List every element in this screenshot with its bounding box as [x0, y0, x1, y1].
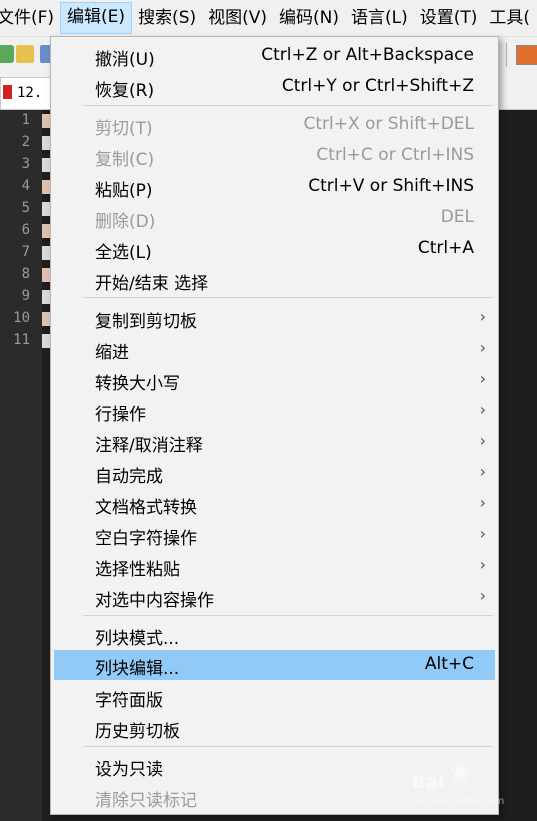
menu-item-line-operations[interactable]: 行操作 ›	[51, 396, 498, 426]
menu-item-copy-to-clipboard[interactable]: 复制到剪切板 ›	[51, 303, 498, 333]
line-number: 1	[21, 112, 30, 128]
menu-item-label: 复制(C)	[95, 150, 155, 170]
menu-item-paste[interactable]: 粘贴(P) Ctrl+V or Shift+INS	[51, 172, 498, 202]
menu-settings[interactable]: 设置(T)	[414, 3, 484, 33]
menu-item-clipboard-history[interactable]: 历史剪切板	[51, 713, 498, 743]
menu-separator	[83, 615, 493, 616]
menu-encoding[interactable]: 编码(N)	[273, 3, 345, 33]
menu-file[interactable]: 文件(F)	[0, 3, 60, 33]
menu-item-shortcut: Ctrl+Y or Ctrl+Shift+Z	[281, 76, 474, 96]
line-number: 9	[21, 288, 30, 304]
toolbar-tool-icon[interactable]	[516, 45, 537, 65]
menu-item-copy: 复制(C) Ctrl+C or Ctrl+INS	[51, 141, 498, 171]
chevron-right-icon: ›	[479, 338, 486, 357]
menu-bar: 文件(F) 编辑(E) 搜索(S) 视图(V) 编码(N) 语言(L) 设置(T…	[0, 0, 537, 36]
chevron-right-icon: ›	[479, 555, 486, 574]
menu-item-shortcut: Ctrl+V or Shift+INS	[308, 176, 474, 196]
menu-separator	[83, 105, 493, 106]
new-file-icon[interactable]	[0, 45, 14, 63]
chevron-right-icon: ›	[479, 524, 486, 543]
menu-item-convert-case[interactable]: 转换大小写 ›	[51, 365, 498, 395]
menu-item-character-panel[interactable]: 字符面版	[51, 682, 498, 712]
menu-item-column-editor[interactable]: 列块编辑... Alt+C	[54, 650, 495, 680]
menu-item-label: 自动完成	[95, 467, 163, 487]
menu-item-blank-operations[interactable]: 空白字符操作 ›	[51, 520, 498, 550]
line-number: 4	[21, 178, 30, 194]
line-number: 11	[13, 332, 30, 348]
menu-item-shortcut: Ctrl+X or Shift+DEL	[303, 114, 474, 134]
menu-item-label: 设为只读	[95, 760, 163, 780]
paw-icon: ❀	[450, 758, 472, 788]
menu-item-label: 复制到剪切板	[95, 312, 197, 332]
menu-item-label: 清除只读标记	[95, 791, 197, 811]
menu-item-label: 粘贴(P)	[95, 181, 153, 201]
open-folder-icon[interactable]	[16, 45, 34, 63]
menu-separator	[83, 746, 493, 747]
chevron-right-icon: ›	[479, 493, 486, 512]
menu-item-shortcut: Ctrl+Z or Alt+Backspace	[261, 45, 474, 65]
menu-item-label: 注释/取消注释	[95, 436, 203, 456]
menu-item-on-selection[interactable]: 对选中内容操作 ›	[51, 582, 498, 612]
watermark-brand: Bai	[412, 772, 445, 793]
menu-item-shortcut: Ctrl+C or Ctrl+INS	[316, 145, 474, 165]
menu-item-label: 全选(L)	[95, 243, 152, 263]
menu-item-shortcut: DEL	[440, 207, 474, 227]
menu-item-label: 恢复(R)	[95, 81, 155, 101]
menu-item-column-mode[interactable]: 列块模式...	[51, 620, 498, 650]
menu-tools[interactable]: 工具(	[483, 3, 536, 33]
menu-item-label: 空白字符操作	[95, 529, 197, 549]
menu-item-label: 列块模式...	[95, 629, 180, 649]
file-modified-icon	[3, 85, 12, 99]
menu-item-label: 撤消(U)	[95, 50, 155, 70]
chevron-right-icon: ›	[479, 307, 486, 326]
line-number: 8	[21, 266, 30, 282]
chevron-right-icon: ›	[479, 462, 486, 481]
menu-item-paste-special[interactable]: 选择性粘贴 ›	[51, 551, 498, 581]
menu-item-label: 文档格式转换	[95, 498, 197, 518]
menu-item-cut: 剪切(T) Ctrl+X or Shift+DEL	[51, 110, 498, 140]
line-number: 10	[13, 310, 30, 326]
menu-item-redo[interactable]: 恢复(R) Ctrl+Y or Ctrl+Shift+Z	[51, 72, 498, 102]
watermark-url: jingyan.baidu.com	[412, 796, 505, 807]
chevron-right-icon: ›	[479, 586, 486, 605]
line-number: 6	[21, 222, 30, 238]
menu-item-label: 对选中内容操作	[95, 591, 214, 611]
menu-item-label: 缩进	[95, 343, 129, 363]
menu-item-label: 转换大小写	[95, 374, 180, 394]
menu-item-auto-complete[interactable]: 自动完成 ›	[51, 458, 498, 488]
menu-item-label: 历史剪切板	[95, 722, 180, 742]
line-number: 2	[21, 134, 30, 150]
menu-search[interactable]: 搜索(S)	[132, 3, 202, 33]
menu-item-select-all[interactable]: 全选(L) Ctrl+A	[51, 234, 498, 264]
menu-item-label: 开始/结束 选择	[95, 274, 209, 294]
line-number: 5	[21, 200, 30, 216]
chevron-right-icon: ›	[479, 400, 486, 419]
menu-item-eol-conversion[interactable]: 文档格式转换 ›	[51, 489, 498, 519]
menu-item-undo[interactable]: 撤消(U) Ctrl+Z or Alt+Backspace	[51, 41, 498, 71]
menu-item-delete: 删除(D) DEL	[51, 203, 498, 233]
menu-item-comment[interactable]: 注释/取消注释 ›	[51, 427, 498, 457]
menu-view[interactable]: 视图(V)	[202, 3, 273, 33]
toolbar-separator	[506, 43, 507, 67]
menu-separator	[83, 297, 493, 298]
line-number-gutter: 1 2 3 4 5 6 7 8 9 10 11	[0, 110, 42, 821]
menu-item-begin-end-select[interactable]: 开始/结束 选择	[51, 265, 498, 295]
line-number: 7	[21, 244, 30, 260]
baidu-watermark: ❀ Bai jingyan.baidu.com	[410, 758, 535, 816]
chevron-right-icon: ›	[479, 431, 486, 450]
menu-item-label: 选择性粘贴	[95, 560, 180, 580]
menu-item-label: 字符面版	[95, 691, 163, 711]
line-number: 3	[21, 156, 30, 172]
menu-item-label: 行操作	[95, 405, 146, 425]
menu-item-label: 列块编辑...	[95, 659, 180, 679]
chevron-right-icon: ›	[479, 369, 486, 388]
menu-item-indent[interactable]: 缩进 ›	[51, 334, 498, 364]
edit-menu-dropdown: 撤消(U) Ctrl+Z or Alt+Backspace 恢复(R) Ctrl…	[50, 36, 499, 815]
menu-item-shortcut: Ctrl+A	[417, 238, 474, 258]
menu-edit[interactable]: 编辑(E)	[60, 2, 133, 34]
menu-language[interactable]: 语言(L)	[345, 3, 414, 33]
menu-item-label: 删除(D)	[95, 212, 156, 232]
menu-item-shortcut: Alt+C	[424, 654, 474, 674]
menu-item-label: 剪切(T)	[95, 119, 153, 139]
